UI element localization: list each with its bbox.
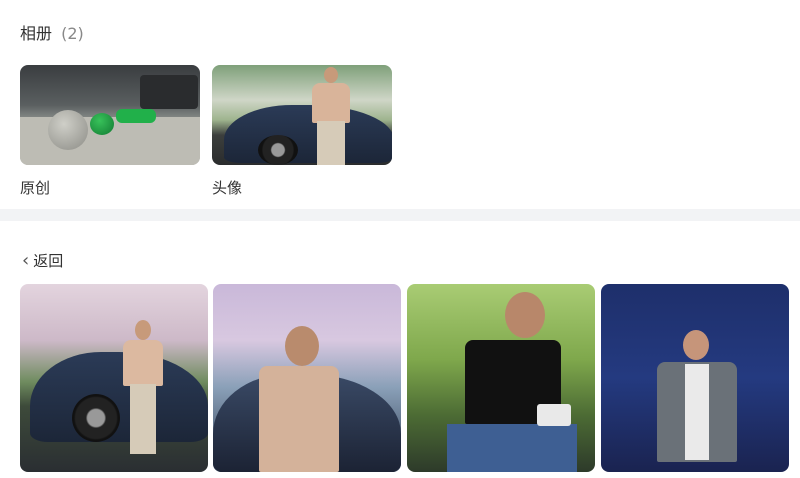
car-image — [30, 352, 208, 442]
photo-2[interactable] — [213, 284, 401, 472]
album-thumbnail-original[interactable] — [20, 65, 200, 165]
back-label: 返回 — [33, 252, 64, 270]
album-original[interactable]: 原创 — [20, 65, 200, 198]
album-avatar[interactable]: 头像 — [212, 65, 392, 198]
albums-section-title: 相册 (2) — [20, 20, 84, 44]
car-wheel — [258, 135, 298, 165]
album-label-original: 原创 — [20, 179, 51, 197]
dumbbell-image — [116, 109, 156, 123]
kettlebell-image — [90, 113, 114, 135]
albums-count: (2) — [61, 24, 84, 43]
photo-1[interactable] — [20, 284, 208, 472]
album-label-avatar: 头像 — [212, 179, 243, 197]
car-image — [224, 105, 392, 163]
section-divider — [0, 209, 800, 221]
album-thumbnail-avatar[interactable] — [212, 65, 392, 165]
albums-title: 相册 — [20, 24, 53, 43]
car-wheel — [72, 394, 120, 442]
kettlebell-image — [48, 110, 88, 150]
photo-4[interactable] — [601, 284, 789, 472]
gym-equipment-image — [140, 75, 198, 109]
photo-3[interactable] — [407, 284, 595, 472]
chevron-left-icon: ‹ — [22, 249, 30, 271]
back-button[interactable]: ‹ 返回 — [22, 250, 63, 271]
